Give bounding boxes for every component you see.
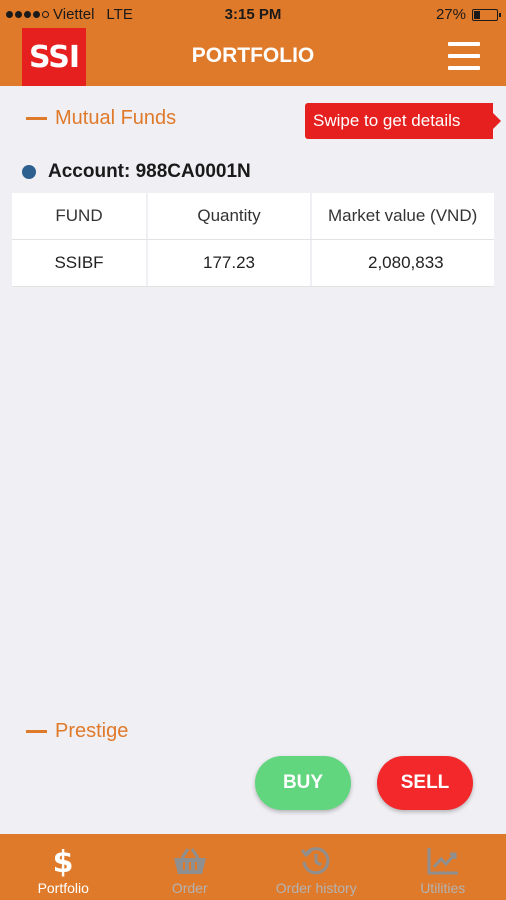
tab-label: Utilities	[420, 880, 466, 896]
funds-table[interactable]: FUND Quantity Market value (VND) SSIBF 1…	[12, 193, 494, 287]
column-header-market-value: Market value (VND)	[328, 206, 478, 225]
battery-level	[474, 10, 481, 19]
market-value-cell: 2,080,833	[368, 253, 444, 272]
status-bar: Viettel LTE 3:15 PM 27%	[0, 0, 506, 28]
table-row[interactable]: SSIBF 177.23 2,080,833	[12, 240, 494, 287]
mutual-funds-label: Mutual Funds	[55, 107, 177, 129]
quantity-cell: 177.23	[148, 240, 312, 286]
status-time: 3:15 PM	[224, 6, 282, 23]
tab-order[interactable]: Order	[127, 834, 254, 900]
sell-button[interactable]: SELL	[377, 756, 473, 810]
chart-icon	[426, 842, 460, 880]
hamburger-menu-icon[interactable]	[448, 42, 480, 70]
svg-text:$: $	[53, 845, 74, 878]
account-label: Account: 988CA0001N	[48, 161, 251, 182]
history-icon	[299, 842, 333, 880]
top-nav-bar: SSI PORTFOLIO	[0, 28, 506, 86]
account-bullet-icon	[22, 165, 36, 179]
page-title: PORTFOLIO	[191, 44, 315, 67]
tab-label: Order	[171, 880, 208, 896]
column-header-fund: FUND	[12, 193, 148, 239]
prestige-label: Prestige	[55, 720, 129, 742]
tab-label: Portfolio	[37, 880, 89, 896]
fund-cell: SSIBF	[12, 240, 148, 286]
prestige-heading[interactable]: Prestige	[26, 720, 128, 743]
bottom-tab-bar: $ Portfolio Order Order history Utilitie…	[0, 834, 506, 900]
collapse-dash-icon	[26, 117, 47, 120]
tab-order-history[interactable]: Order history	[253, 834, 380, 900]
tab-portfolio[interactable]: $ Portfolio	[0, 834, 127, 900]
battery-percent: 27%	[435, 6, 466, 23]
basket-icon	[172, 842, 208, 880]
tab-label: Order history	[275, 880, 357, 896]
table-header-row: FUND Quantity Market value (VND)	[12, 193, 494, 240]
mutual-funds-heading[interactable]: Mutual Funds	[26, 107, 176, 130]
account-row: Account: 988CA0001N	[22, 161, 251, 183]
swipe-hint-badge: Swipe to get details	[305, 103, 501, 139]
dollar-icon: $	[51, 842, 75, 880]
battery-icon	[472, 8, 501, 21]
column-header-quantity: Quantity	[148, 193, 312, 239]
tab-utilities[interactable]: Utilities	[380, 834, 506, 900]
buy-button[interactable]: BUY	[255, 756, 351, 810]
collapse-dash-icon	[26, 730, 47, 733]
battery-info: 27%	[435, 6, 501, 23]
